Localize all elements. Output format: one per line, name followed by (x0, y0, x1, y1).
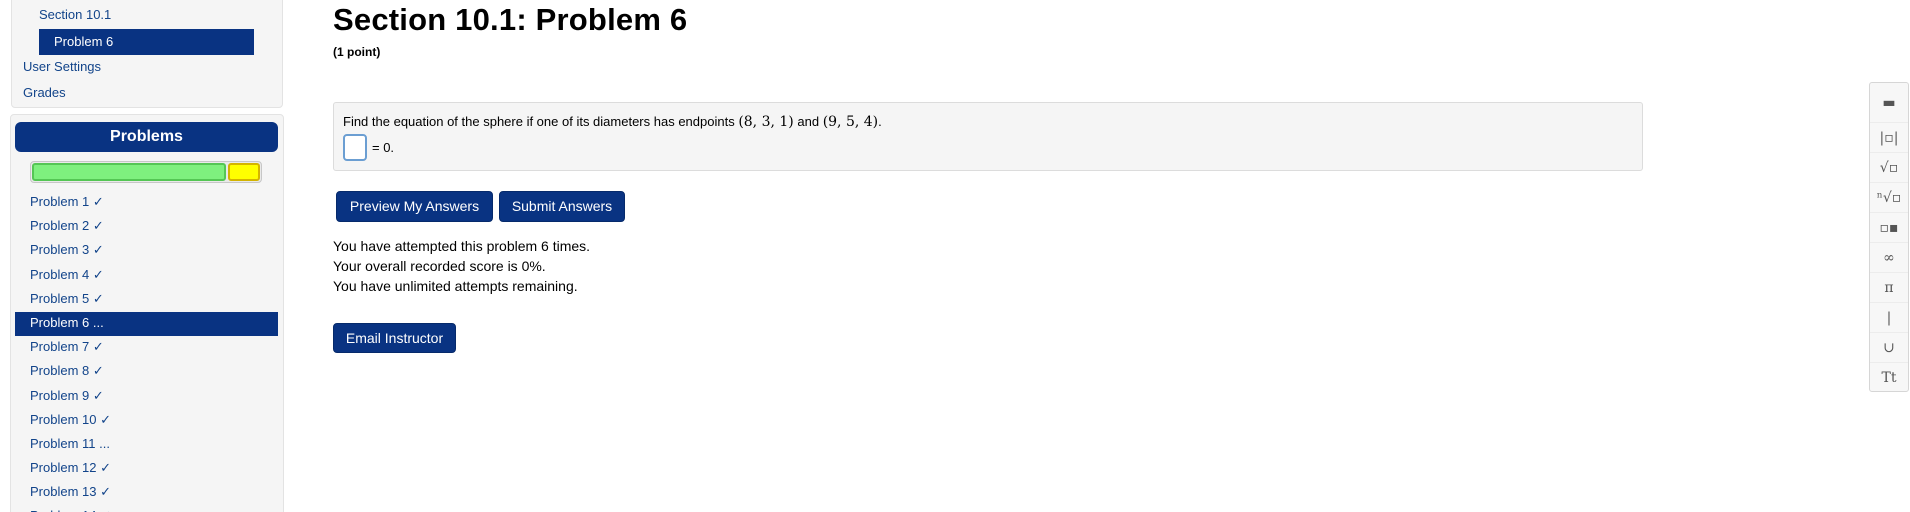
preview-answers-button[interactable]: Preview My Answers (336, 191, 493, 222)
union-icon[interactable]: ∪ (1870, 333, 1908, 363)
statement-period: . (878, 114, 882, 129)
problem-list-item[interactable]: Problem 2 ✓ (15, 215, 278, 239)
problem-list-item[interactable]: Problem 7 ✓ (15, 336, 278, 360)
problems-header: Problems (15, 122, 278, 152)
submit-answers-button[interactable]: Submit Answers (499, 191, 625, 222)
page-title: Section 10.1: Problem 6 (333, 2, 688, 37)
problem-list-item[interactable]: Problem 1 ✓ (15, 191, 278, 215)
problem-list-item[interactable]: Problem 4 ✓ (15, 264, 278, 288)
parentheses-icon[interactable]: |▫| (1870, 123, 1908, 153)
equation-tail: = 0. (372, 140, 395, 155)
nav-link-user-settings[interactable]: User Settings (23, 59, 101, 74)
nth-root-icon[interactable]: ⁿ√▫ (1870, 183, 1908, 213)
attempts-message: You have attempted this problem 6 times. (333, 238, 591, 254)
square-root-icon[interactable]: √▫ (1870, 153, 1908, 183)
nav-link-section[interactable]: Section 10.1 (39, 7, 111, 22)
nav-link-grades[interactable]: Grades (23, 85, 66, 100)
fraction-icon[interactable]: ▬ (1870, 83, 1908, 123)
exponent-icon[interactable]: ▫▪ (1870, 213, 1908, 243)
email-instructor-button[interactable]: Email Instructor (333, 323, 456, 353)
problem-statement: Find the equation of the sphere if one o… (343, 114, 882, 130)
statement-conjunction: and (793, 114, 823, 129)
statement-text: Find the equation of the sphere if one o… (343, 114, 739, 129)
problem-body: Find the equation of the sphere if one o… (333, 102, 1643, 171)
attempt-messages: You have attempted this problem 6 times.… (333, 236, 590, 296)
problem-list-item[interactable]: Problem 8 ✓ (15, 360, 278, 384)
sidebar: Section 10.1 Problem 6 User Settings Gra… (0, 0, 292, 512)
endpoint-a: (8, 3, 1) (738, 114, 794, 130)
problem-list-item[interactable]: Problem 9 ✓ (15, 385, 278, 409)
progress-bar (30, 161, 262, 183)
remaining-message: You have unlimited attempts remaining. (333, 278, 578, 294)
problem-list-item[interactable]: Problem 13 ✓ (15, 481, 278, 505)
problem-points: (1 point) (333, 45, 381, 59)
problem-list-item-current[interactable]: Problem 6 ... (15, 311, 278, 337)
score-message: Your overall recorded score is 0%. (333, 258, 546, 274)
vertical-bar-icon[interactable]: | (1870, 303, 1908, 333)
endpoint-b: (9, 5, 4) (822, 114, 879, 130)
problem-list-item[interactable]: Problem 11 ... (15, 433, 278, 457)
math-input-toolbar: ▬ |▫| √▫ ⁿ√▫ ▫▪ ∞ π | ∪ Tt (1869, 82, 1909, 392)
text-icon[interactable]: Tt (1870, 363, 1908, 393)
problem-list-item[interactable]: Problem 14 ✓ (15, 505, 278, 512)
problem-list-item[interactable]: Problem 5 ✓ (15, 288, 278, 312)
problem-list: Problem 1 ✓ Problem 2 ✓ Problem 3 ✓ Problem… (15, 191, 278, 512)
problems-panel: Problems Problem 1 ✓ Problem 2 ✓ Problem 3… (10, 114, 284, 512)
pi-icon[interactable]: π (1870, 273, 1908, 303)
progress-correct-segment (32, 163, 226, 181)
progress-partial-segment (227, 163, 260, 181)
infinity-icon[interactable]: ∞ (1870, 243, 1908, 273)
problem-list-item[interactable]: Problem 10 ✓ (15, 409, 278, 433)
problem-list-item[interactable]: Problem 12 ✓ (15, 457, 278, 481)
nav-link-current-problem[interactable]: Problem 6 (39, 29, 254, 55)
problem-list-item[interactable]: Problem 3 ✓ (15, 239, 278, 263)
answer-input[interactable] (343, 134, 367, 161)
site-navigation: Section 10.1 Problem 6 User Settings Gra… (11, 0, 283, 108)
